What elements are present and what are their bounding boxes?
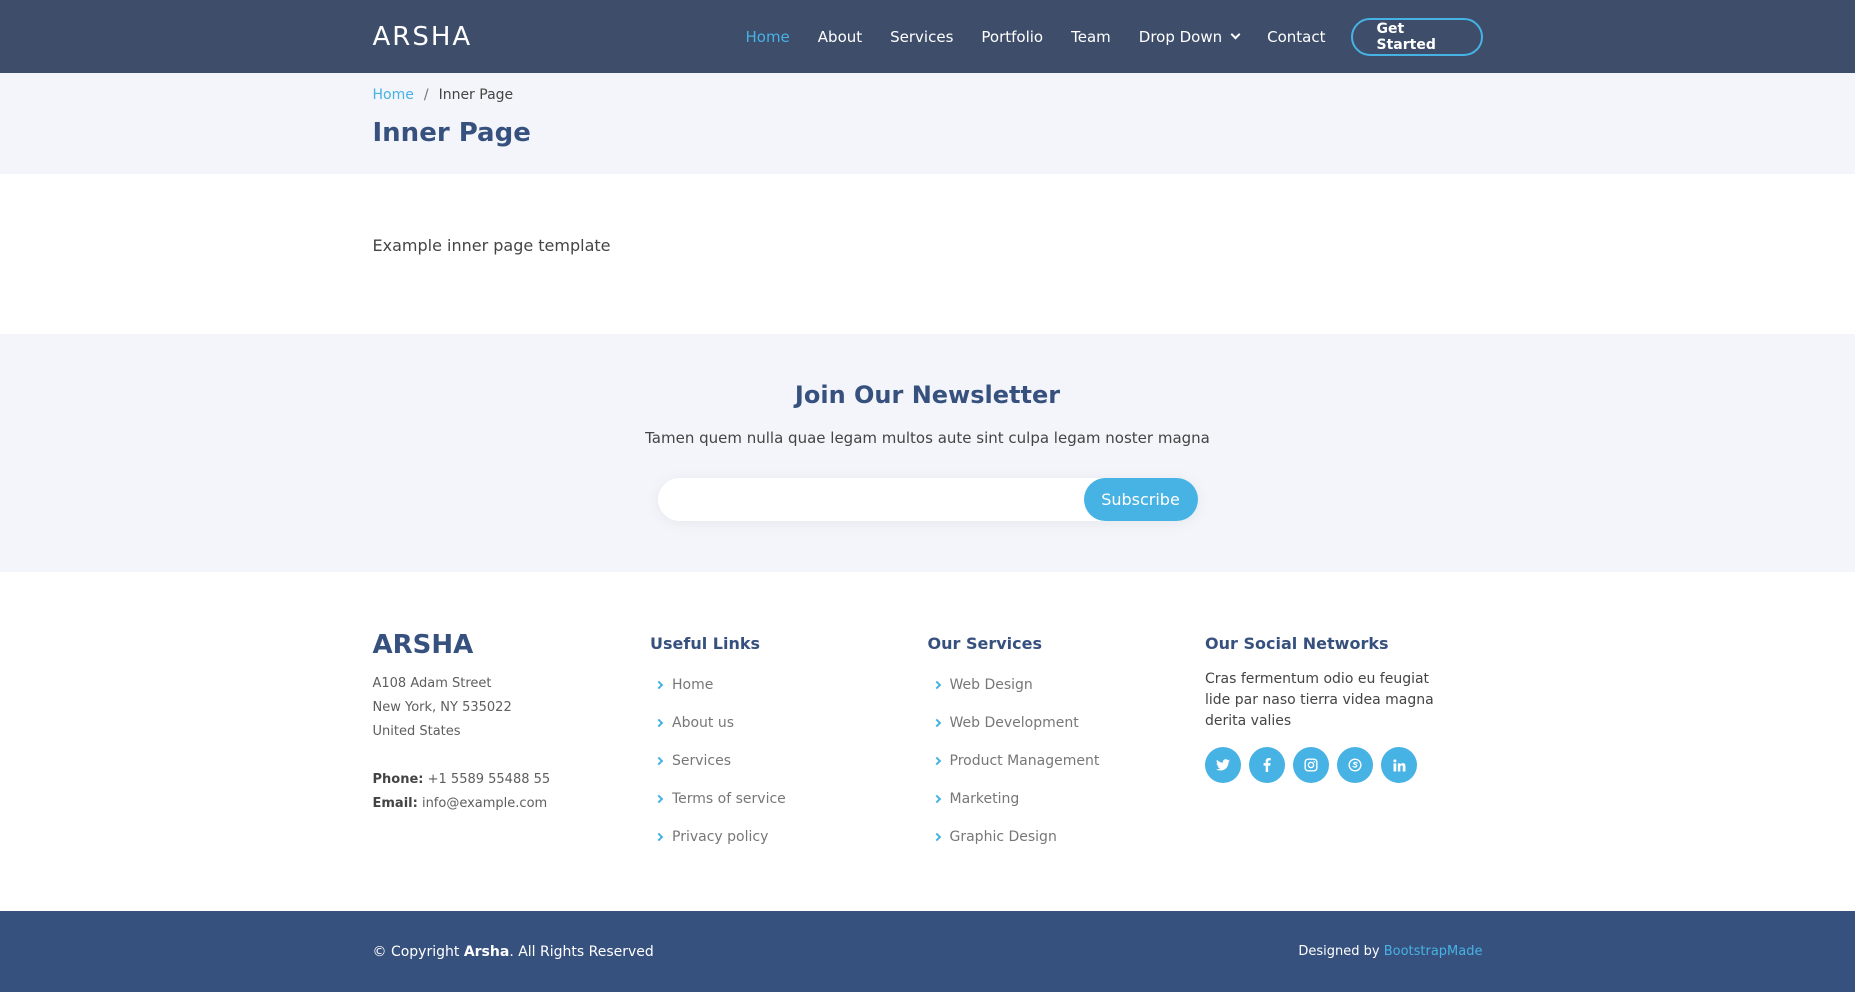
breadcrumb-home-link[interactable]: Home <box>373 88 414 102</box>
chevron-right-icon <box>932 680 941 690</box>
chevron-right-icon <box>654 794 664 804</box>
address-line: A108 Adam Street <box>372 676 492 691</box>
social-title: Our Social Networks <box>1205 634 1389 653</box>
chevron-right-icon <box>932 832 941 842</box>
facebook-icon[interactable] <box>1249 747 1285 783</box>
newsletter-subtitle: Tamen quem nulla quae legam multos aute … <box>645 429 1210 447</box>
email-value: info@example.com <box>421 796 548 811</box>
footer-link[interactable]: Privacy policy <box>650 818 928 856</box>
subscribe-button[interactable]: Subscribe <box>1083 478 1198 521</box>
services-title: Our Services <box>927 634 1043 653</box>
footer-phone: Phone: +1 5589 55488 55 <box>373 768 651 792</box>
nav-home[interactable]: Home <box>745 28 789 46</box>
social-links <box>1205 747 1483 783</box>
chevron-down-icon <box>1230 29 1241 40</box>
footer-social: Our Social Networks Cras fermentum odio … <box>1205 630 1483 856</box>
inner-page-text: Example inner page template <box>372 236 611 255</box>
newsletter-form: Subscribe <box>657 478 1198 521</box>
footer-link-label: Home <box>672 677 714 693</box>
footer-services: Our Services Web Design Web Development … <box>928 630 1206 856</box>
footer-service-link[interactable]: Product Management <box>928 742 1206 780</box>
footer-service-link[interactable]: Web Design <box>928 666 1206 704</box>
footer-top: ARSHA A108 Adam Street New York, NY 5350… <box>0 572 1855 911</box>
footer-link-label: Graphic Design <box>949 829 1057 845</box>
skype-icon[interactable] <box>1337 747 1373 783</box>
copyright-prefix: © Copyright <box>372 943 464 960</box>
footer-logo: ARSHA <box>372 630 474 660</box>
footer-link-label: Web Development <box>949 715 1079 731</box>
footer-link-label: Marketing <box>949 791 1020 807</box>
site-header: ARSHA Home About Services Portfolio Team… <box>0 0 1855 73</box>
linkedin-icon[interactable] <box>1381 747 1417 783</box>
nav-about[interactable]: About <box>818 28 862 46</box>
footer-link[interactable]: About us <box>650 704 928 742</box>
breadcrumb: Home / Inner Page <box>373 88 1483 102</box>
site-logo[interactable]: ARSHA <box>373 22 473 52</box>
address-line: New York, NY 535022 <box>372 700 512 715</box>
footer-link[interactable]: Home <box>650 666 928 704</box>
chevron-right-icon <box>932 756 941 766</box>
copyright-brand: Arsha <box>463 943 510 960</box>
breadcrumbs-section: Home / Inner Page Inner Page <box>0 73 1855 174</box>
nav-dropdown[interactable]: Drop Down <box>1138 27 1241 46</box>
get-started-button[interactable]: Get Started <box>1350 17 1483 56</box>
chevron-right-icon <box>932 794 941 804</box>
footer-address: A108 Adam Street New York, NY 535022 Uni… <box>373 672 651 816</box>
nav-team[interactable]: Team <box>1071 28 1111 46</box>
footer-link-label: Terms of service <box>672 791 786 807</box>
nav-dropdown-label: Drop Down <box>1138 27 1223 46</box>
copyright-suffix: . All Rights Reserved <box>509 943 654 960</box>
main-nav: Home About Services Portfolio Team Drop … <box>717 17 1483 56</box>
page-title: Inner Page <box>372 118 531 148</box>
footer-useful-links: Useful Links Home About us Services Term… <box>650 630 928 856</box>
email-label: Email: <box>372 796 418 811</box>
bootstrapmade-link[interactable]: BootstrapMade <box>1384 944 1483 959</box>
nav-services[interactable]: Services <box>890 28 953 46</box>
footer-link[interactable]: Terms of service <box>650 780 928 818</box>
footer-contact: ARSHA A108 Adam Street New York, NY 5350… <box>373 630 651 856</box>
chevron-right-icon <box>654 756 664 766</box>
inner-page-section: Example inner page template <box>0 174 1855 334</box>
footer-link-label: Product Management <box>949 753 1100 769</box>
chevron-right-icon <box>932 718 941 728</box>
footer-service-link[interactable]: Marketing <box>928 780 1206 818</box>
footer-email: Email: info@example.com <box>373 792 651 816</box>
credits-prefix: Designed by <box>1298 944 1384 959</box>
newsletter-section: Join Our Newsletter Tamen quem nulla qua… <box>0 334 1855 572</box>
footer-link-label: Privacy policy <box>672 829 769 845</box>
nav-contact[interactable]: Contact <box>1267 28 1325 46</box>
address-line: United States <box>372 724 461 739</box>
twitter-icon[interactable] <box>1205 747 1241 783</box>
footer-link-label: Web Design <box>949 677 1033 693</box>
instagram-icon[interactable] <box>1293 747 1329 783</box>
footer-service-link[interactable]: Web Development <box>928 704 1206 742</box>
chevron-right-icon <box>654 718 664 728</box>
footer-bottom: © Copyright Arsha. All Rights Reserved D… <box>0 911 1855 992</box>
breadcrumb-current: Inner Page <box>438 87 514 103</box>
chevron-right-icon <box>654 832 664 842</box>
newsletter-title: Join Our Newsletter <box>794 381 1061 409</box>
useful-links-title: Useful Links <box>650 634 761 653</box>
footer-service-link[interactable]: Graphic Design <box>928 818 1206 856</box>
footer-link[interactable]: Services <box>650 742 928 780</box>
chevron-right-icon <box>654 680 664 690</box>
nav-portfolio[interactable]: Portfolio <box>981 28 1043 46</box>
phone-value: +1 5589 55488 55 <box>427 772 551 787</box>
footer-link-label: About us <box>672 715 735 731</box>
phone-label: Phone: <box>372 772 424 787</box>
copyright: © Copyright Arsha. All Rights Reserved <box>373 944 654 960</box>
breadcrumb-separator: / <box>423 87 429 103</box>
social-text: Cras fermentum odio eu feugiat lide par … <box>1205 671 1434 729</box>
credits: Designed by BootstrapMade <box>1298 944 1482 959</box>
footer-link-label: Services <box>672 753 732 769</box>
